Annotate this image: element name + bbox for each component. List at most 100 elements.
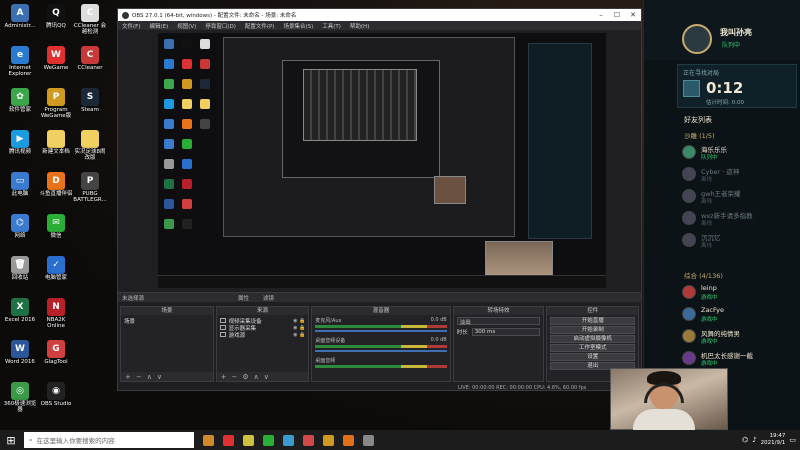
scene-item[interactable]: 场景 <box>124 317 210 325</box>
desktop-icon[interactable]: e Internet Explorer <box>2 46 38 78</box>
desktop-icon[interactable]: C CCleaner <box>72 46 108 71</box>
taskbar-app-icon[interactable] <box>278 430 298 450</box>
properties-button[interactable]: 属性 <box>238 294 249 302</box>
taskbar-app-icon[interactable] <box>238 430 258 450</box>
friend-item[interactable]: 沉沉忆 离线 <box>682 230 800 250</box>
friend-group[interactable]: 综合 (4/136) <box>684 270 723 280</box>
down-icon[interactable]: ∨ <box>157 373 162 381</box>
up-icon[interactable]: ∧ <box>147 373 152 381</box>
desktop-icon[interactable]: D 斗鱼直播伴侣 <box>38 172 74 197</box>
friend-item[interactable]: 机巴太长感谢一截 游戏中 <box>682 348 800 368</box>
add-icon[interactable]: + <box>221 373 227 381</box>
desktop-icon[interactable]: P Program WeGame版 <box>38 88 74 120</box>
desktop-icon[interactable]: N NBA2K Online <box>38 298 74 330</box>
menu-item[interactable]: 工具(T) <box>322 22 341 30</box>
mini-icon <box>182 219 192 229</box>
taskbar-app-icon[interactable] <box>358 430 378 450</box>
desktop-icon[interactable]: ✿ 软件管家 <box>2 88 38 113</box>
friend-item[interactable]: leinp 游戏中 <box>682 282 800 302</box>
taskbar-search[interactable]: ⌕ 在这里输入你要搜索的内容 <box>24 432 194 448</box>
desktop-icon[interactable]: A Administr... <box>2 4 38 29</box>
menu-item[interactable]: 场景集合(S) <box>283 22 313 30</box>
volume-slider[interactable] <box>315 350 447 352</box>
add-icon[interactable]: + <box>125 373 131 381</box>
avatar[interactable] <box>682 24 712 54</box>
desktop-icon[interactable]: ✉ 微信 <box>38 214 74 239</box>
desktop-icon[interactable]: W Word 2016 <box>2 340 38 365</box>
friend-item[interactable]: 海乐乐乐 队列中 <box>682 142 800 162</box>
friend-item[interactable]: Cyber · 遊神 离线 <box>682 164 800 184</box>
studio-mode-button[interactable]: 工作室模式 <box>550 344 636 352</box>
friend-item[interactable]: gwh王者荣耀 离线 <box>682 186 800 206</box>
eye-icon[interactable]: ◉ 🔒 <box>293 325 305 331</box>
desktop-icon[interactable]: Q 腾讯QQ <box>38 4 74 29</box>
windows-start-icon[interactable]: ⊞ <box>0 430 22 450</box>
eye-icon[interactable]: ◉ 🔒 <box>293 318 305 324</box>
start-recording-button[interactable]: 开始录制 <box>550 326 636 334</box>
desktop-icon[interactable]: ✓ 电脑管家 <box>38 256 74 281</box>
mini-icon <box>182 99 192 109</box>
menu-item[interactable]: 配置文件(P) <box>245 22 275 30</box>
desktop-icon[interactable]: S Steam <box>72 88 108 113</box>
virtual-camera-button[interactable]: 启动虚拟摄像机 <box>550 335 636 343</box>
taskbar-app-icon[interactable] <box>338 430 358 450</box>
scenes-dock: 场景 场景 + − ∧ ∨ <box>120 306 214 382</box>
taskbar-app-icon[interactable] <box>218 430 238 450</box>
notification-icon[interactable]: ▭ <box>789 436 796 444</box>
close-icon[interactable]: ✕ <box>625 9 641 21</box>
app-icon: N <box>47 298 65 316</box>
taskbar-app-icon[interactable] <box>318 430 338 450</box>
friend-item[interactable]: 风舞的纯情男 游戏中 <box>682 326 800 346</box>
obs-preview[interactable] <box>158 33 606 288</box>
menu-item[interactable]: 文件(F) <box>122 22 140 30</box>
desktop-icon[interactable]: 新建文本档 <box>38 130 74 155</box>
maximize-icon[interactable]: ☐ <box>609 9 625 21</box>
friend-item[interactable]: wxz新手请多指教 离线 <box>682 208 800 228</box>
clock[interactable]: 19:47 2021/9/1 <box>761 433 786 446</box>
menu-item[interactable]: 视图(V) <box>177 22 196 30</box>
friend-group[interactable]: 沙雕 (1/5) <box>684 130 715 140</box>
volume-slider[interactable] <box>315 330 447 332</box>
desktop-icon[interactable]: G GlagTool <box>38 340 74 365</box>
remove-icon[interactable]: − <box>232 373 238 381</box>
remove-icon[interactable]: − <box>136 373 142 381</box>
webcam-body <box>633 409 695 431</box>
obs-title: OBS 27.0.1 (64-bit, windows) - 配置文件: 未命名… <box>132 13 297 19</box>
network-icon[interactable]: ⌬ <box>742 436 748 444</box>
minimize-icon[interactable]: – <box>593 9 609 21</box>
desktop-icon[interactable]: 🗑 回收站 <box>2 256 38 281</box>
mixer-header: 混音器 <box>312 307 450 315</box>
desktop-icon[interactable]: ▭ 此电脑 <box>2 172 38 197</box>
app-icon <box>81 130 99 148</box>
desktop-icon[interactable]: ◉ OBS Studio <box>38 382 74 407</box>
settings-icon[interactable]: ⚙ <box>242 373 248 381</box>
menu-item[interactable]: 停靠窗口(D) <box>205 22 236 30</box>
app-icon: D <box>47 172 65 190</box>
desktop-icon[interactable]: 实况足球8闹 改版 <box>72 130 108 162</box>
menu-item[interactable]: 编辑(E) <box>149 22 168 30</box>
settings-button[interactable]: 设置 <box>550 353 636 361</box>
desktop-icon[interactable]: P PUBG BATTLEGR... <box>72 172 108 204</box>
desktop-icon[interactable]: W WeGame <box>38 46 74 71</box>
desktop-icon[interactable]: ◎ 360极速浏览 器 <box>2 382 38 414</box>
mini-icon <box>200 79 210 89</box>
friend-item[interactable]: ZacFye 游戏中 <box>682 304 800 324</box>
eye-icon[interactable]: ◉ 🔒 <box>293 332 305 338</box>
duration-input[interactable]: 300 ms <box>471 328 541 336</box>
taskbar-app-icon[interactable] <box>298 430 318 450</box>
filters-button[interactable]: 滤镜 <box>263 294 274 302</box>
desktop-icon[interactable]: X Excel 2016 <box>2 298 38 323</box>
start-streaming-button[interactable]: 开始直播 <box>550 317 636 325</box>
obs-title-bar[interactable]: OBS 27.0.1 (64-bit, windows) - 配置文件: 未命名… <box>118 9 641 21</box>
taskbar-app-icon[interactable] <box>198 430 218 450</box>
desktop-icon[interactable]: ⌬ 网络 <box>2 214 38 239</box>
source-item[interactable]: 游戏源 ◉ 🔒 <box>219 331 305 339</box>
desktop-icon[interactable]: ▶ 腾讯视频 <box>2 130 38 155</box>
taskbar-app-icon[interactable] <box>258 430 278 450</box>
volume-icon[interactable]: ♪ <box>752 436 756 444</box>
transition-select[interactable]: 淡出 <box>456 317 541 326</box>
up-icon[interactable]: ∧ <box>254 373 259 381</box>
desktop-icon[interactable]: C CCleaner 会 越检测 <box>72 4 108 36</box>
menu-item[interactable]: 帮助(H) <box>350 22 369 30</box>
down-icon[interactable]: ∨ <box>264 373 269 381</box>
